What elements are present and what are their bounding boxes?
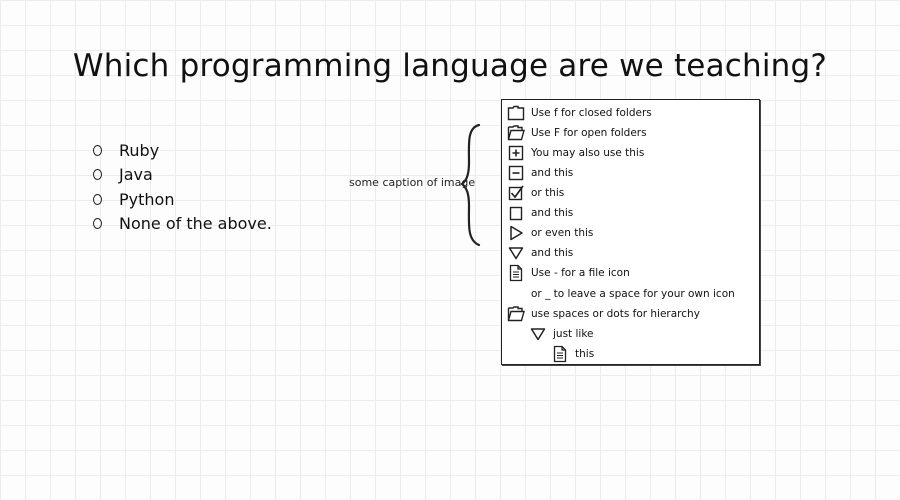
- tree-label: or even this: [531, 227, 594, 239]
- radio-label: Ruby: [119, 140, 160, 160]
- tree-label: this: [575, 348, 595, 360]
- triangle-down-icon[interactable]: [507, 244, 525, 262]
- tree-label: or _ to leave a space for your own icon: [531, 288, 735, 300]
- tree-label: Use f for closed folders: [531, 107, 652, 119]
- tree-row[interactable]: use spaces or dots for hierarchy: [507, 304, 700, 324]
- tree-label: and this: [531, 167, 574, 179]
- question-title: Which programming language are we teachi…: [72, 48, 828, 84]
- tree-row[interactable]: or even this: [507, 223, 593, 243]
- radio-option-java[interactable]: Java: [90, 163, 272, 188]
- tree-label: and this: [531, 207, 574, 219]
- tree-row[interactable]: just like: [529, 324, 594, 344]
- plus-box-icon: [507, 144, 525, 162]
- radio-button[interactable]: [93, 218, 102, 230]
- tree-row[interactable]: Use f for closed folders: [507, 103, 652, 123]
- curly-brace: [460, 123, 481, 247]
- tree-row[interactable]: or this: [507, 183, 564, 203]
- minus-box-icon: [507, 164, 525, 182]
- open-folder-icon: [507, 124, 525, 142]
- radio-label: None of the above.: [119, 214, 272, 234]
- radio-button[interactable]: [93, 193, 102, 205]
- tree-row[interactable]: and this: [507, 243, 573, 263]
- radio-button[interactable]: [93, 169, 102, 181]
- radio-button[interactable]: [93, 144, 102, 156]
- checkbox-empty-icon[interactable]: [507, 204, 525, 222]
- radio-group: Ruby Java Python None of the above.: [90, 138, 272, 236]
- radio-option-none[interactable]: None of the above.: [90, 212, 272, 237]
- tree-label: use spaces or dots for hierarchy: [531, 308, 700, 320]
- tree-label: Use - for a file icon: [531, 267, 630, 279]
- tree-row[interactable]: Use - for a file icon: [507, 263, 630, 283]
- tree-row[interactable]: and this: [507, 203, 573, 223]
- open-folder-icon: [507, 305, 525, 323]
- tree-row[interactable]: You may also use this: [507, 143, 644, 163]
- checkbox-checked-icon[interactable]: [507, 184, 525, 202]
- tree-row[interactable]: Use F for open folders: [507, 123, 647, 143]
- radio-label: Java: [119, 165, 153, 185]
- tree-label: just like: [553, 328, 594, 340]
- triangle-down-icon[interactable]: [529, 325, 547, 343]
- file-icon: [507, 264, 525, 282]
- radio-label: Python: [119, 189, 175, 209]
- tree-label: and this: [531, 247, 574, 259]
- tree-label: or this: [531, 187, 565, 199]
- blank-icon-space: [507, 285, 525, 303]
- image-caption: some caption of image: [349, 176, 476, 189]
- tree-label: You may also use this: [531, 147, 645, 159]
- radio-option-ruby[interactable]: Ruby: [90, 138, 272, 163]
- tree-row[interactable]: or _ to leave a space for your own icon: [507, 284, 735, 304]
- tree-row[interactable]: and this: [507, 163, 573, 183]
- icon-tree-panel: Use f for closed folders Use F for open …: [501, 99, 760, 365]
- tree-label: Use F for open folders: [531, 127, 647, 139]
- closed-folder-icon: [507, 104, 525, 122]
- tree-row[interactable]: this: [551, 344, 594, 364]
- triangle-right-icon[interactable]: [507, 224, 525, 242]
- file-icon: [551, 345, 569, 363]
- radio-option-python[interactable]: Python: [90, 187, 272, 212]
